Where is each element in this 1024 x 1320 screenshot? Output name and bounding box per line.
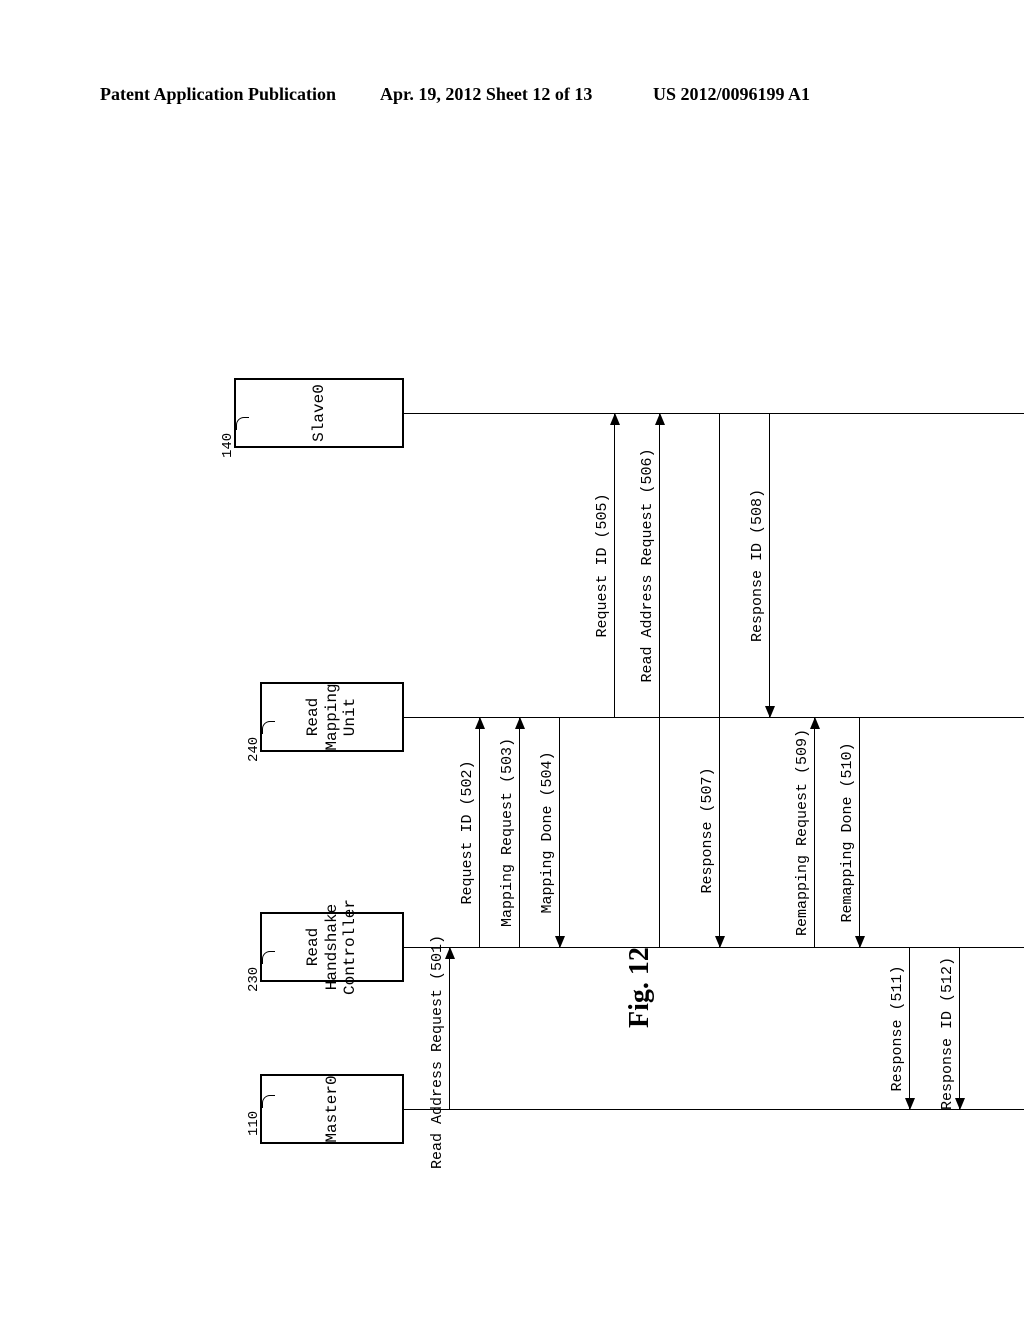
msg-506: Read Address Request (506) (640, 414, 660, 947)
msg-512-label: Response ID (512) (939, 948, 956, 1119)
arrow-left-icon (955, 1098, 965, 1110)
arrow-right-icon (475, 717, 485, 729)
msg-502-label: Request ID (502) (459, 718, 476, 947)
figure-title: Fig. 12 (624, 947, 656, 1028)
msg-512: Response ID (512) (940, 948, 960, 1109)
arrow-right-icon (445, 947, 455, 959)
actor-handshake: 230 Read Handshake Controller (260, 912, 404, 982)
arrow-right-icon (610, 413, 620, 425)
msg-502: Request ID (502) (460, 718, 480, 947)
header-left: Patent Application Publication (100, 84, 336, 105)
lifeline-master0 (404, 1109, 1024, 1110)
arrow-left-icon (855, 936, 865, 948)
msg-503: Mapping Request (503) (500, 718, 520, 947)
arrow-right-icon (655, 413, 665, 425)
msg-507-label: Response (507) (699, 714, 716, 947)
header-right: US 2012/0096199 A1 (653, 84, 810, 105)
msg-510: Remapping Done (510) (840, 718, 860, 947)
actor-mapping-label: Read Mapping Unit (260, 682, 404, 752)
msg-509-label: Remapping Request (509) (794, 718, 811, 947)
page: Patent Application Publication Apr. 19, … (0, 0, 1024, 1320)
actor-handshake-ref: 230 (246, 967, 262, 992)
msg-508: Response ID (508) (750, 414, 770, 717)
msg-501: Read Address Request (501) (430, 948, 450, 1109)
msg-505-label: Request ID (505) (594, 414, 611, 717)
actor-handshake-label: Read Handshake Controller (260, 912, 404, 982)
msg-503-label: Mapping Request (503) (499, 718, 516, 947)
actor-slave0-label: Slave0 (234, 378, 404, 448)
actor-master0-ref: 110 (246, 1111, 262, 1136)
msg-510-label: Remapping Done (510) (839, 718, 856, 947)
arrow-left-icon (905, 1098, 915, 1110)
header-mid: Apr. 19, 2012 Sheet 12 of 13 (380, 84, 592, 105)
arrow-left-icon (765, 706, 775, 718)
msg-508-label: Response ID (508) (749, 414, 766, 717)
actor-mapping: 240 Read Mapping Unit (260, 682, 404, 752)
msg-501-label: Read Address Request (501) (429, 948, 446, 1169)
arrow-right-icon (515, 717, 525, 729)
msg-511-label: Response (511) (889, 948, 906, 1109)
actor-slave0: 140 Slave0 (234, 378, 404, 448)
msg-509: Remapping Request (509) (795, 718, 815, 947)
msg-504: Mapping Done (504) (540, 718, 560, 947)
msg-511: Response (511) (890, 948, 910, 1109)
actor-slave0-ref: 140 (220, 433, 236, 458)
lifeline-handshake (404, 947, 1024, 948)
msg-506-label: Read Address Request (506) (639, 414, 656, 717)
actor-master0-label: Master0 (260, 1074, 404, 1144)
arrow-right-icon (810, 717, 820, 729)
actor-mapping-ref: 240 (246, 737, 262, 762)
arrow-left-icon (715, 936, 725, 948)
msg-504-label: Mapping Done (504) (539, 718, 556, 947)
actor-master0: 110 Master0 (260, 1074, 404, 1144)
msg-505: Request ID (505) (595, 414, 615, 717)
arrow-left-icon (555, 936, 565, 948)
msg-507: Response (507) (700, 414, 720, 947)
